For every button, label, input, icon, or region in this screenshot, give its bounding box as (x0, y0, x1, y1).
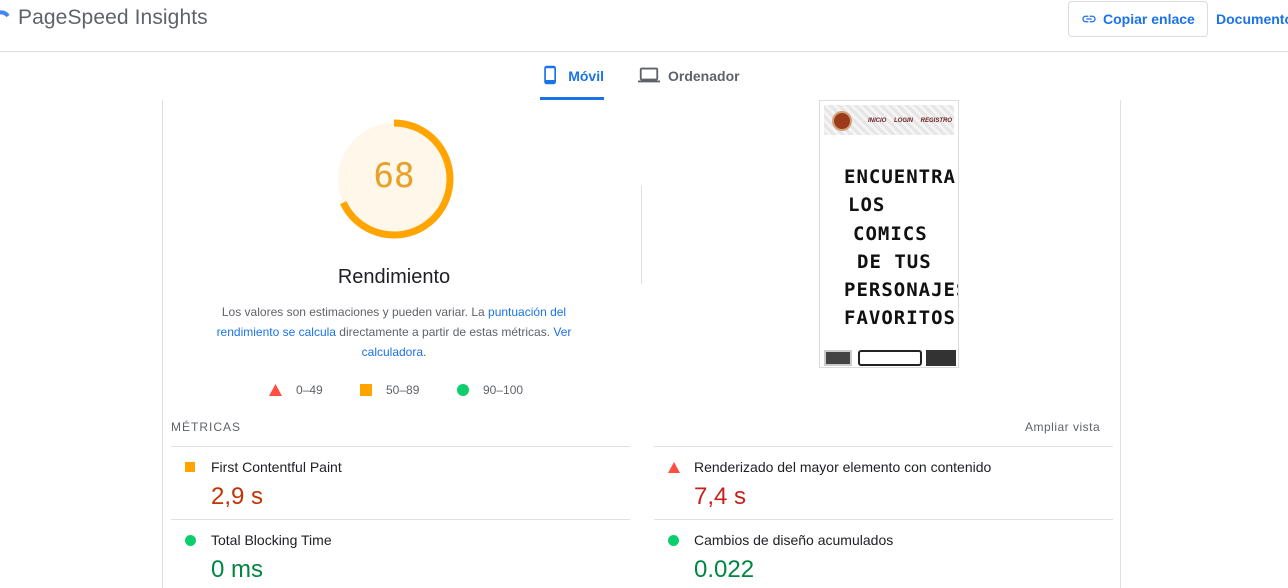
metric-value: 0 ms (211, 556, 264, 583)
performance-title: Rendimiento (337, 266, 451, 288)
metric-value: 2,9 s (211, 483, 264, 510)
screenshot-footer-images (824, 350, 956, 367)
legend-average-range: 50–89 (386, 383, 420, 397)
screenshot-image (926, 350, 956, 366)
pass-circle-icon (457, 384, 469, 396)
tab-mobile-label: Móvil (568, 68, 604, 84)
headline-line: FAVORITOS (844, 307, 956, 330)
metrics-header: MÉTRICAS (171, 420, 242, 434)
metrics-divider (171, 519, 630, 520)
pass-circle-icon (185, 535, 196, 546)
metric-value: 0.022 (694, 556, 755, 583)
screenshot-image (858, 350, 922, 366)
legend-pass: 90–100 (457, 382, 523, 398)
panel-border-right (1120, 100, 1121, 588)
performance-score: 68 (373, 156, 415, 196)
metrics-divider (654, 519, 1113, 520)
headline-line: LOS (848, 194, 886, 217)
screenshot-banner: INICIO LOGIN REGISTRO (824, 105, 954, 135)
section-divider (641, 186, 642, 284)
documentation-link[interactable]: Documento (1216, 11, 1288, 27)
link-icon (1082, 15, 1096, 23)
description-prefix: Los valores son estimaciones y pueden va… (221, 305, 489, 319)
metric-label: First Contentful Paint (211, 459, 342, 475)
smartphone-icon (544, 65, 557, 85)
metric-label: Renderizado del mayor elemento con conte… (694, 459, 992, 475)
screenshot-nav: INICIO LOGIN REGISTRO (868, 118, 953, 124)
screenshot-headline: ENCUENTRA LOS COMICS DE TUS PERSONAJES F… (844, 163, 959, 333)
headline-line: COMICS (853, 222, 928, 245)
app-title: PageSpeed Insights (18, 6, 208, 29)
headline-line: PERSONAJES (844, 279, 959, 302)
page-screenshot: INICIO LOGIN REGISTRO ENCUENTRA LOS COMI… (819, 100, 959, 368)
screenshot-image (824, 350, 852, 366)
description-middle: directamente a partir de estas métricas. (335, 325, 554, 339)
metric-value: 7,4 s (694, 483, 747, 510)
metric-label: Total Blocking Time (211, 532, 332, 548)
tab-desktop-label: Ordenador (668, 68, 740, 84)
expand-view-toggle[interactable]: Ampliar vista (1025, 420, 1100, 434)
screenshot-site-logo (832, 111, 852, 131)
metrics-divider (654, 446, 1113, 447)
metric-label: Cambios de diseño acumulados (694, 532, 894, 548)
copy-link-label: Copiar enlace (1103, 11, 1195, 27)
legend-fail-range: 0–49 (296, 383, 323, 397)
panel-border-left (162, 100, 163, 588)
average-square-icon (185, 462, 195, 472)
average-square-icon (360, 384, 372, 396)
tab-desktop[interactable]: Ordenador (638, 62, 748, 100)
laptop-icon (638, 67, 660, 83)
legend-average: 50–89 (360, 382, 419, 398)
copy-link-button[interactable]: Copiar enlace (1068, 1, 1208, 37)
headline-line: ENCUENTRA (844, 166, 956, 188)
pagespeed-logo-icon (0, 10, 10, 18)
fail-triangle-icon (668, 462, 680, 473)
fail-triangle-icon (269, 384, 282, 396)
tab-mobile[interactable]: Móvil (540, 62, 604, 100)
pass-circle-icon (668, 535, 679, 546)
metrics-divider (171, 446, 630, 447)
app-header: PageSpeed Insights Copiar enlace Documen… (0, 0, 1288, 52)
legend-pass-range: 90–100 (483, 383, 524, 397)
legend-fail: 0–49 (269, 382, 323, 398)
headline-line: DE TUS (857, 250, 932, 273)
performance-description: Los valores son estimaciones y pueden va… (204, 302, 584, 362)
